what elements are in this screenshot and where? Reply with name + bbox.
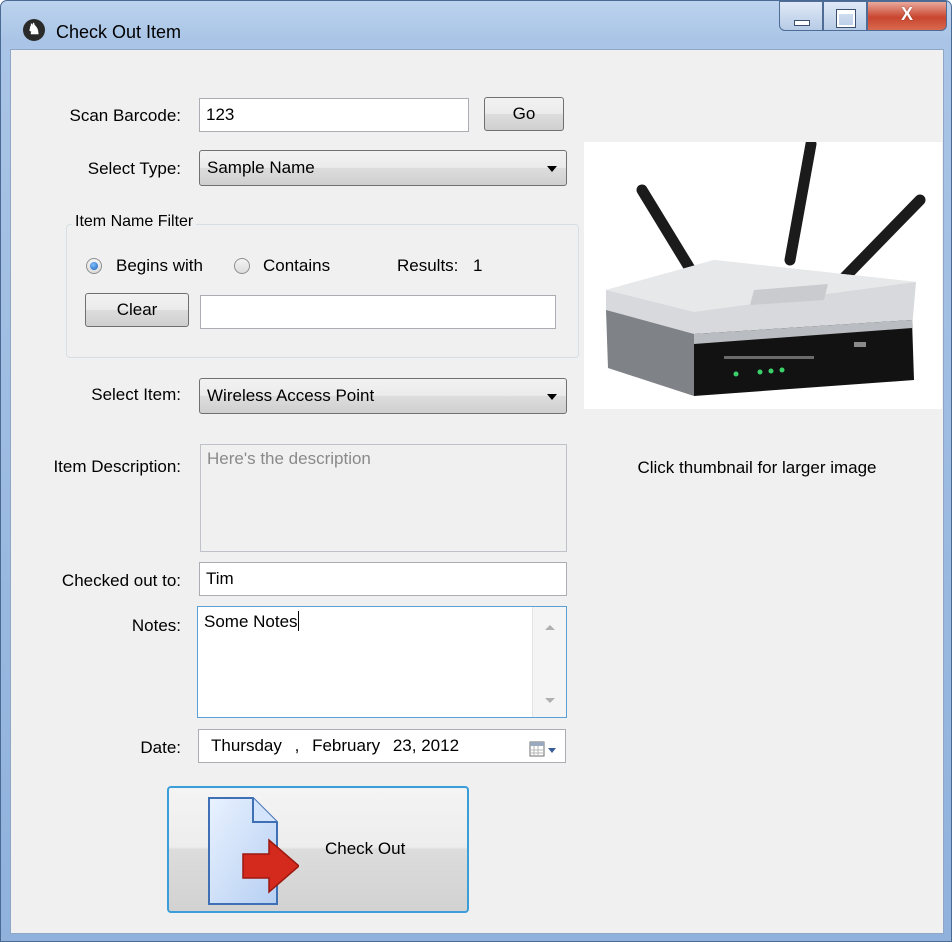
close-icon: X — [900, 4, 913, 24]
select-item-dropdown[interactable]: Wireless Access Point — [199, 378, 567, 414]
item-description-label: Item Description: — [53, 457, 181, 476]
contains-label[interactable]: Contains — [263, 256, 330, 276]
form-client-area: Scan Barcode: 123 Go Select Type: Sample… — [10, 49, 944, 934]
wireless-router-image — [606, 138, 926, 396]
date-separator: , — [294, 736, 300, 755]
item-description-field: Here's the description — [200, 444, 567, 552]
notes-label: Notes: — [131, 616, 181, 635]
checked-out-to-label: Checked out to: — [61, 571, 181, 590]
date-weekday[interactable]: Thursday — [211, 736, 282, 755]
clear-button[interactable]: Clear — [85, 293, 189, 327]
notes-scrollbar[interactable] — [532, 607, 566, 717]
item-name-filter-input[interactable] — [200, 295, 556, 329]
maximize-button[interactable] — [823, 1, 867, 31]
notes-textarea[interactable]: Some Notes — [197, 606, 567, 718]
select-item-value: Wireless Access Point — [207, 386, 375, 405]
chevron-down-icon — [547, 166, 557, 172]
begins-with-radio[interactable] — [86, 258, 102, 274]
scroll-up-icon[interactable] — [545, 625, 555, 630]
date-month[interactable]: February — [312, 736, 380, 755]
date-day-year[interactable]: 23, 2012 — [393, 736, 459, 755]
go-button[interactable]: Go — [484, 97, 564, 131]
check-out-button[interactable]: Check Out — [167, 786, 469, 913]
date-label: Date: — [140, 738, 181, 757]
chevron-down-icon — [547, 394, 557, 400]
results-count: 1 — [473, 256, 483, 275]
scan-barcode-label: Scan Barcode: — [69, 106, 181, 125]
title-bar[interactable]: ♞ Check Out Item X — [1, 1, 951, 49]
contains-radio[interactable] — [234, 258, 250, 274]
app-icon: ♞ — [23, 19, 45, 41]
minimize-icon — [794, 20, 810, 26]
calendar-icon[interactable] — [529, 738, 559, 757]
notes-text: Some Notes — [204, 612, 298, 631]
item-name-filter-group — [66, 224, 579, 358]
date-picker[interactable]: Thursday , February 23, 2012 — [198, 729, 566, 763]
thumbnail-caption: Click thumbnail for larger image — [637, 458, 877, 477]
select-type-label: Select Type: — [87, 159, 181, 178]
maximize-icon — [836, 9, 856, 28]
window-title: Check Out Item — [56, 22, 182, 42]
select-type-dropdown[interactable]: Sample Name — [199, 150, 567, 186]
check-out-window: ♞ Check Out Item X Scan Barcode: 123 Go … — [0, 0, 952, 942]
select-item-label: Select Item: — [91, 385, 181, 404]
scroll-down-icon[interactable] — [545, 698, 555, 703]
close-button[interactable]: X — [867, 1, 947, 31]
scan-barcode-input[interactable]: 123 — [199, 98, 469, 132]
item-name-filter-title: Item Name Filter — [72, 213, 197, 231]
checked-out-to-input[interactable]: Tim — [199, 562, 567, 596]
select-type-value: Sample Name — [207, 158, 315, 177]
begins-with-label[interactable]: Begins with — [116, 256, 203, 276]
item-thumbnail[interactable] — [584, 138, 942, 409]
text-cursor — [297, 611, 299, 631]
check-out-label: Check Out — [325, 839, 406, 858]
document-arrow-icon — [207, 796, 301, 906]
results-label: Results: — [397, 256, 459, 275]
minimize-button[interactable] — [779, 1, 823, 31]
